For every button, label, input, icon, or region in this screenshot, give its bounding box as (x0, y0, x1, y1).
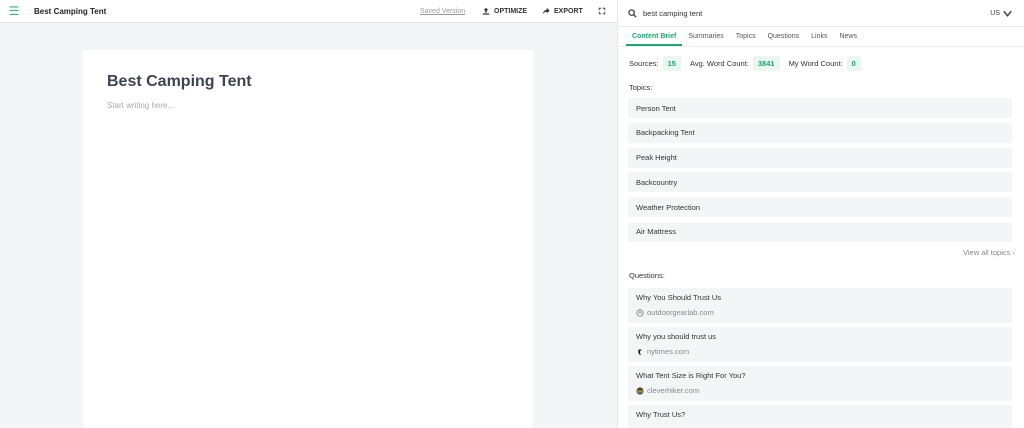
topic-item[interactable]: Person Tent (628, 98, 1012, 118)
editor-placeholder[interactable]: Start writing here... (107, 101, 174, 110)
tab-topics[interactable]: Topics (730, 33, 762, 46)
question-item[interactable]: Why You Should Trust Us outdoorgearlab.c… (628, 288, 1012, 323)
tab-news[interactable]: News (833, 33, 863, 46)
avg-word-count-badge: 3841 (752, 56, 780, 71)
editor-area: ☰ Best Camping Tent Saved Version OPTIMI… (0, 0, 617, 428)
topic-item[interactable]: Weather Protection (628, 197, 1012, 218)
optimize-label: OPTIMIZE (494, 7, 528, 15)
upload-icon (482, 7, 490, 15)
sources-label: Sources: (629, 59, 659, 68)
question-source-domain: nytimes.com (647, 347, 690, 356)
brief-tabs: Content Brief Summaries Topics Questions… (618, 27, 1024, 47)
question-item[interactable]: What Tent Size is Right For You? cleverh… (628, 366, 1012, 401)
brief-panel: US Content Brief Summaries Topics Questi… (617, 0, 1024, 428)
chevron-down-icon (1003, 10, 1012, 17)
search-icon (628, 8, 637, 18)
keyword-search-input[interactable] (643, 8, 943, 18)
question-source-domain: cleverhiker.com (647, 386, 700, 395)
question-item[interactable]: Why Trust Us? (628, 405, 1012, 428)
topic-item[interactable]: Backpacking Tent (628, 122, 1012, 143)
outdoorgearlab-favicon-icon (636, 308, 644, 317)
question-list: Why You Should Trust Us outdoorgearlab.c… (628, 288, 1012, 428)
topic-list: Person Tent Backpacking Tent Peak Height… (628, 98, 1012, 247)
topics-heading: Topics: (629, 83, 653, 92)
question-source[interactable]: cleverhiker.com (636, 386, 1004, 395)
topic-item[interactable]: Peak Height (628, 147, 1012, 168)
question-source[interactable]: nytimes.com (636, 347, 1004, 356)
question-title: What Tent Size is Right For You? (636, 371, 746, 380)
sources-count-badge: 15 (662, 56, 681, 71)
avg-word-count-label: Avg. Word Count: (689, 59, 749, 68)
export-label: EXPORT (554, 7, 583, 15)
question-source[interactable]: outdoorgearlab.com (636, 308, 1004, 317)
view-all-topics-label: View all topics (963, 248, 1011, 257)
keyword-search-bar: US (618, 0, 1024, 27)
topic-item[interactable]: Air Mattress (628, 221, 1012, 242)
chevron-right-icon: › (1012, 248, 1016, 257)
tab-questions[interactable]: Questions (762, 33, 806, 46)
expand-icon (598, 7, 606, 15)
my-word-count-label: My Word Count: (788, 59, 843, 68)
fullscreen-button[interactable] (598, 7, 606, 15)
country-value: US (990, 9, 1000, 17)
optimize-button[interactable]: OPTIMIZE (482, 7, 527, 15)
saved-version-link[interactable]: Saved Version (420, 8, 465, 15)
question-item[interactable]: Why you should trust us nytimes.com (628, 327, 1012, 362)
nytimes-favicon-icon (638, 348, 642, 355)
question-title: Why You Should Trust Us (636, 293, 722, 302)
question-title: Why you should trust us (636, 332, 717, 341)
document-title: Best Camping Tent (34, 6, 107, 16)
my-word-count-badge: 0 (846, 56, 861, 71)
topic-item[interactable]: Backcountry (628, 172, 1012, 193)
view-all-topics-link[interactable]: View all topics › (963, 248, 1015, 257)
editor-paper[interactable]: Best Camping Tent Start writing here... (83, 50, 533, 428)
tab-content-brief[interactable]: Content Brief (626, 33, 683, 46)
hamburger-menu-icon[interactable]: ☰ (0, 4, 28, 18)
tab-links[interactable]: Links (805, 33, 833, 46)
share-arrow-icon (542, 7, 550, 15)
question-source-domain: outdoorgearlab.com (647, 308, 714, 317)
tab-summaries[interactable]: Summaries (682, 33, 729, 46)
questions-heading: Questions: (629, 271, 665, 280)
export-button[interactable]: EXPORT (542, 7, 583, 15)
cleverhiker-favicon-icon (636, 386, 644, 395)
question-title: Why Trust Us? (636, 410, 686, 419)
editor-toolbar: ☰ Best Camping Tent Saved Version OPTIMI… (0, 0, 617, 23)
country-select[interactable]: US (990, 9, 1012, 18)
editor-title[interactable]: Best Camping Tent (107, 73, 252, 91)
brief-stats: Sources: 15 Avg. Word Count: 3841 My Wor… (629, 56, 870, 71)
